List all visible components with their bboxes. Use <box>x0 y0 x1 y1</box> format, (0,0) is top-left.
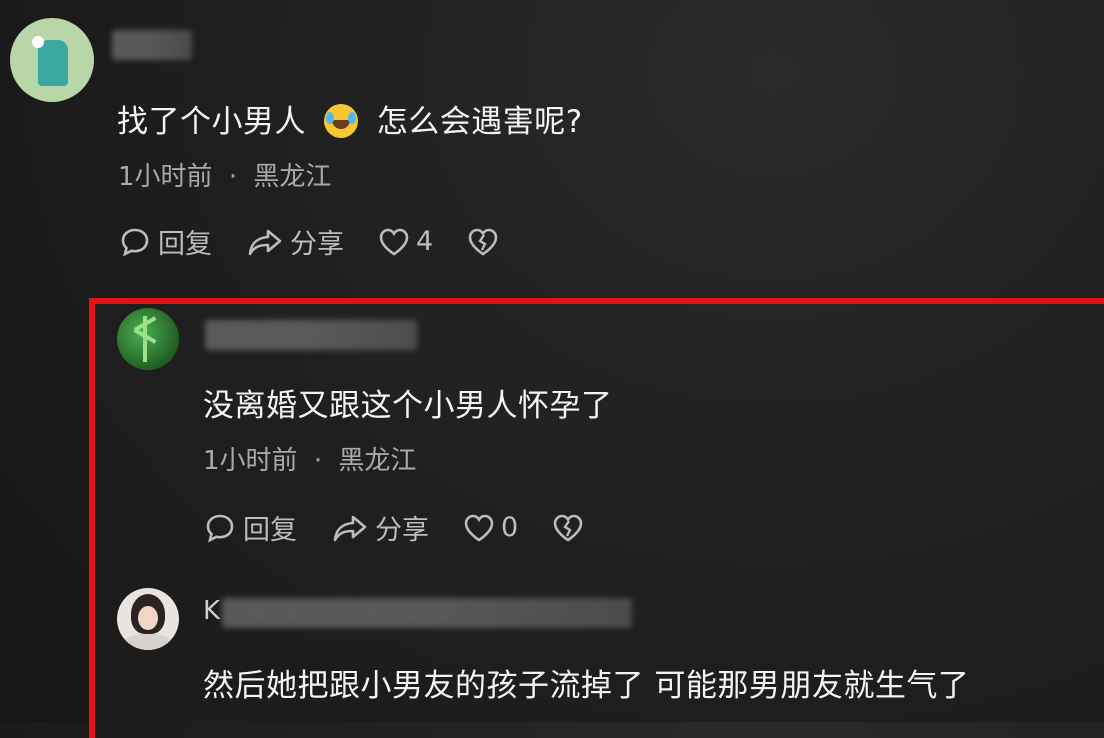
like-button[interactable]: 0 <box>463 512 518 543</box>
separator: · <box>228 162 238 192</box>
comment-meta: 1小时前 · 黑龙江 <box>203 440 416 477</box>
comment-text: 找了个小男人 怎么会遇害呢? <box>117 96 583 141</box>
dislike-button[interactable] <box>467 227 505 257</box>
avatar[interactable] <box>117 308 179 370</box>
broken-heart-icon <box>468 228 498 256</box>
timestamp: 1小时前 <box>203 446 298 476</box>
dislike-button[interactable] <box>552 513 590 543</box>
share-button[interactable]: 分享 <box>331 508 429 547</box>
reply-button[interactable]: 回复 <box>203 508 297 547</box>
like-count: 0 <box>501 512 519 543</box>
location: 黑龙江 <box>338 446 417 476</box>
username-blurred[interactable] <box>205 320 417 350</box>
broken-heart-icon <box>553 514 583 542</box>
like-button[interactable]: 4 <box>378 226 433 257</box>
comment-text-part: 怎么会遇害呢? <box>376 104 583 140</box>
share-label: 分享 <box>290 229 344 260</box>
reply-label: 回复 <box>243 515 297 546</box>
comment-bubble-icon <box>206 514 234 542</box>
reply-button[interactable]: 回复 <box>118 222 212 261</box>
share-arrow-icon <box>248 229 282 255</box>
heart-icon <box>379 228 409 256</box>
avatar[interactable] <box>10 18 94 102</box>
username-blurred[interactable] <box>222 598 632 628</box>
share-arrow-icon <box>333 515 367 541</box>
reply-label: 回复 <box>158 229 212 260</box>
username-initial[interactable]: K <box>203 596 220 626</box>
separator: · <box>313 446 323 476</box>
heart-icon <box>464 514 494 542</box>
laughing-crying-emoji-icon <box>324 104 359 138</box>
comment-bubble-icon <box>121 228 149 256</box>
comment-actions: 回复 分享 0 <box>203 508 624 547</box>
comment-text: 然后她把跟小男友的孩子流掉了 可能那男朋友就生气了 <box>203 668 970 704</box>
comment-text-part: 找了个小男人 <box>117 104 306 140</box>
like-count: 4 <box>416 226 434 257</box>
comment-meta: 1小时前 · 黑龙江 <box>118 156 331 193</box>
comment-actions: 回复 分享 4 <box>118 222 539 261</box>
username-blurred[interactable] <box>112 30 192 60</box>
share-button[interactable]: 分享 <box>246 222 344 261</box>
timestamp: 1小时前 <box>118 162 213 192</box>
share-label: 分享 <box>375 515 429 546</box>
location: 黑龙江 <box>253 162 332 192</box>
comment-text: 没离婚又跟这个小男人怀孕了 <box>203 388 613 424</box>
avatar[interactable] <box>117 588 179 650</box>
